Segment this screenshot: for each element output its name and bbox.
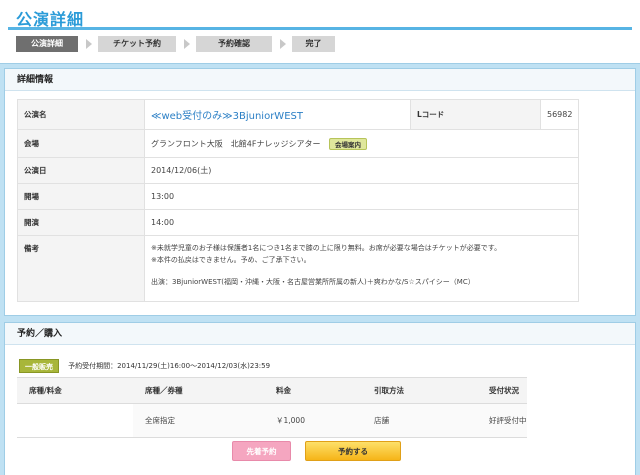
notes-label: 備考 [17, 235, 145, 302]
details-table: 公演名 ≪web受付のみ≫3BjuniorWEST Lコード 56982 会場 … [17, 99, 580, 302]
step-ticket-reservation: チケット予約 [98, 36, 176, 52]
venue-label: 会場 [17, 129, 145, 158]
step-event-detail: 公演詳細 [16, 36, 78, 52]
notes-value: ※未就学児童のお子様は保護者1名につき1名まで膝の上に限り無料。お席が必要な場合… [143, 235, 580, 302]
col-seat-type: 席種／券種 [133, 377, 264, 404]
seat-price-cell [17, 403, 133, 438]
date-label: 公演日 [17, 157, 145, 184]
lcode-label: Lコード [410, 99, 541, 130]
sale-period: 予約受付期間：2014/11/29(土)16:00～2014/12/03(水)2… [68, 361, 271, 370]
title-divider [8, 27, 632, 30]
details-heading: 詳細情報 [5, 69, 635, 91]
notes-line-2: ※本件の払戻はできません。予め、ご了承下さい。 [151, 256, 311, 264]
ticket-table: 席種/料金 席種／券種 料金 引取方法 受付状況 全席指定 ￥1,000 店舗 … [17, 377, 527, 438]
seat-type-cell: 全席指定 [133, 403, 264, 438]
ticket-table-header: 席種/料金 席種／券種 料金 引取方法 受付状況 [17, 377, 527, 404]
start-time-label: 開演 [17, 209, 145, 236]
sale-info: 一般販売 予約受付期間：2014/11/29(土)16:00～2014/12/0… [19, 355, 271, 373]
notes-line-1: ※未就学児童のお子様は保護者1名につき1名まで膝の上に限り無料。お席が必要な場合… [151, 244, 502, 252]
open-time-label: 開場 [17, 183, 145, 210]
step-arrow-icon [86, 39, 92, 49]
event-name-label: 公演名 [17, 99, 145, 130]
step-arrow-icon [184, 39, 190, 49]
step-arrow-icon [280, 39, 286, 49]
step-complete: 完了 [292, 36, 335, 52]
col-seat-price: 席種/料金 [17, 377, 133, 404]
col-status: 受付状況 [477, 377, 527, 404]
event-name: ≪web受付のみ≫3BjuniorWEST [151, 111, 303, 122]
col-pickup: 引取方法 [362, 377, 477, 404]
venue-guide-button[interactable]: 会場案内 [329, 137, 367, 150]
price-cell: ￥1,000 [264, 403, 362, 438]
start-time-value: 14:00 [143, 209, 580, 236]
presale-button[interactable]: 先着予約 [232, 441, 291, 461]
details-panel: 詳細情報 公演名 ≪web受付のみ≫3BjuniorWEST Lコード 5698… [4, 68, 636, 316]
step-confirm: 予約確認 [196, 36, 272, 52]
venue-value: グランフロント大阪 北館4Fナレッジシアター [151, 139, 321, 148]
date-value: 2014/12/06(土) [143, 157, 580, 184]
col-price: 料金 [264, 377, 362, 404]
open-time-value: 13:00 [143, 183, 580, 210]
notes-cast: 出演：3BjuniorWEST(福岡・沖縄・大阪・名古屋営業所所属の新人)＋爽わ… [151, 278, 475, 286]
reserve-button[interactable]: 予約する [305, 441, 401, 461]
reservation-heading: 予約／購入 [5, 323, 635, 345]
pickup-cell: 店舗 [362, 403, 477, 438]
page-header: 公演詳細 公演詳細 チケット予約 予約確認 完了 [0, 0, 640, 64]
sale-type-badge: 一般販売 [19, 358, 59, 373]
table-row: 全席指定 ￥1,000 店舗 好評受付中 [17, 403, 527, 438]
status-cell: 好評受付中 [477, 403, 527, 438]
lcode-value: 56982 [539, 99, 580, 130]
